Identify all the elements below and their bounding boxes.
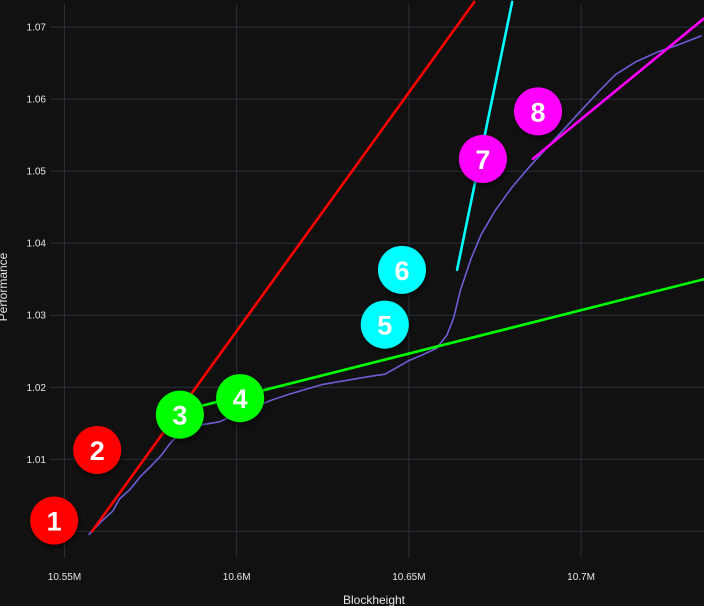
marker-label-3: 3 — [172, 401, 187, 431]
marker-label-2: 2 — [90, 436, 105, 466]
marker-label-4: 4 — [233, 384, 248, 414]
marker-label-5: 5 — [377, 311, 392, 341]
marker-label-8: 8 — [530, 97, 545, 127]
marker-7: 7 — [458, 134, 507, 183]
marker-8: 8 — [514, 87, 563, 136]
marker-label-6: 6 — [394, 256, 409, 286]
y-tick-label-5: 1.05 — [27, 167, 47, 178]
x-tick-label-3: 10.7M — [567, 572, 595, 583]
marker-6: 6 — [377, 245, 426, 294]
marker-label-1: 1 — [47, 507, 62, 537]
y-tick-label-3: 1.03 — [27, 311, 47, 322]
x-tick-label-0: 10.55M — [48, 572, 81, 583]
y-tick-label-1: 1.01 — [27, 455, 47, 466]
grid — [50, 4, 704, 558]
y-tick-label-4: 1.04 — [27, 239, 47, 250]
x-axis-title: Blockheight — [343, 593, 406, 606]
x-tick-label-2: 10.65M — [392, 572, 425, 583]
y-axis-title: Performance — [0, 252, 10, 321]
y-tick-label-2: 1.02 — [27, 383, 47, 394]
performance-chart: 1 1.01 1.02 1.03 1.04 1.05 1.06 1.07 10.55M 10.6… — [0, 0, 704, 606]
y-tick-label-7: 1.07 — [27, 23, 47, 34]
x-axis-ticks: 10.55M 10.6M 10.65M 10.7M — [48, 572, 595, 583]
marker-label-7: 7 — [475, 145, 490, 175]
marker-2: 2 — [73, 425, 122, 474]
marker-3: 3 — [155, 390, 204, 439]
marker-1: 1 — [30, 496, 79, 545]
marker-5: 5 — [360, 300, 409, 349]
y-tick-label-6: 1.06 — [27, 95, 47, 106]
trend-line-magenta — [531, 17, 704, 161]
x-tick-label-1: 10.6M — [223, 572, 251, 583]
marker-4: 4 — [216, 374, 265, 423]
y-axis-ticks: 11.011.021.031.041.051.061.07 — [27, 23, 47, 538]
markers: 1 2 3 4 56 7 8 — [30, 87, 563, 545]
